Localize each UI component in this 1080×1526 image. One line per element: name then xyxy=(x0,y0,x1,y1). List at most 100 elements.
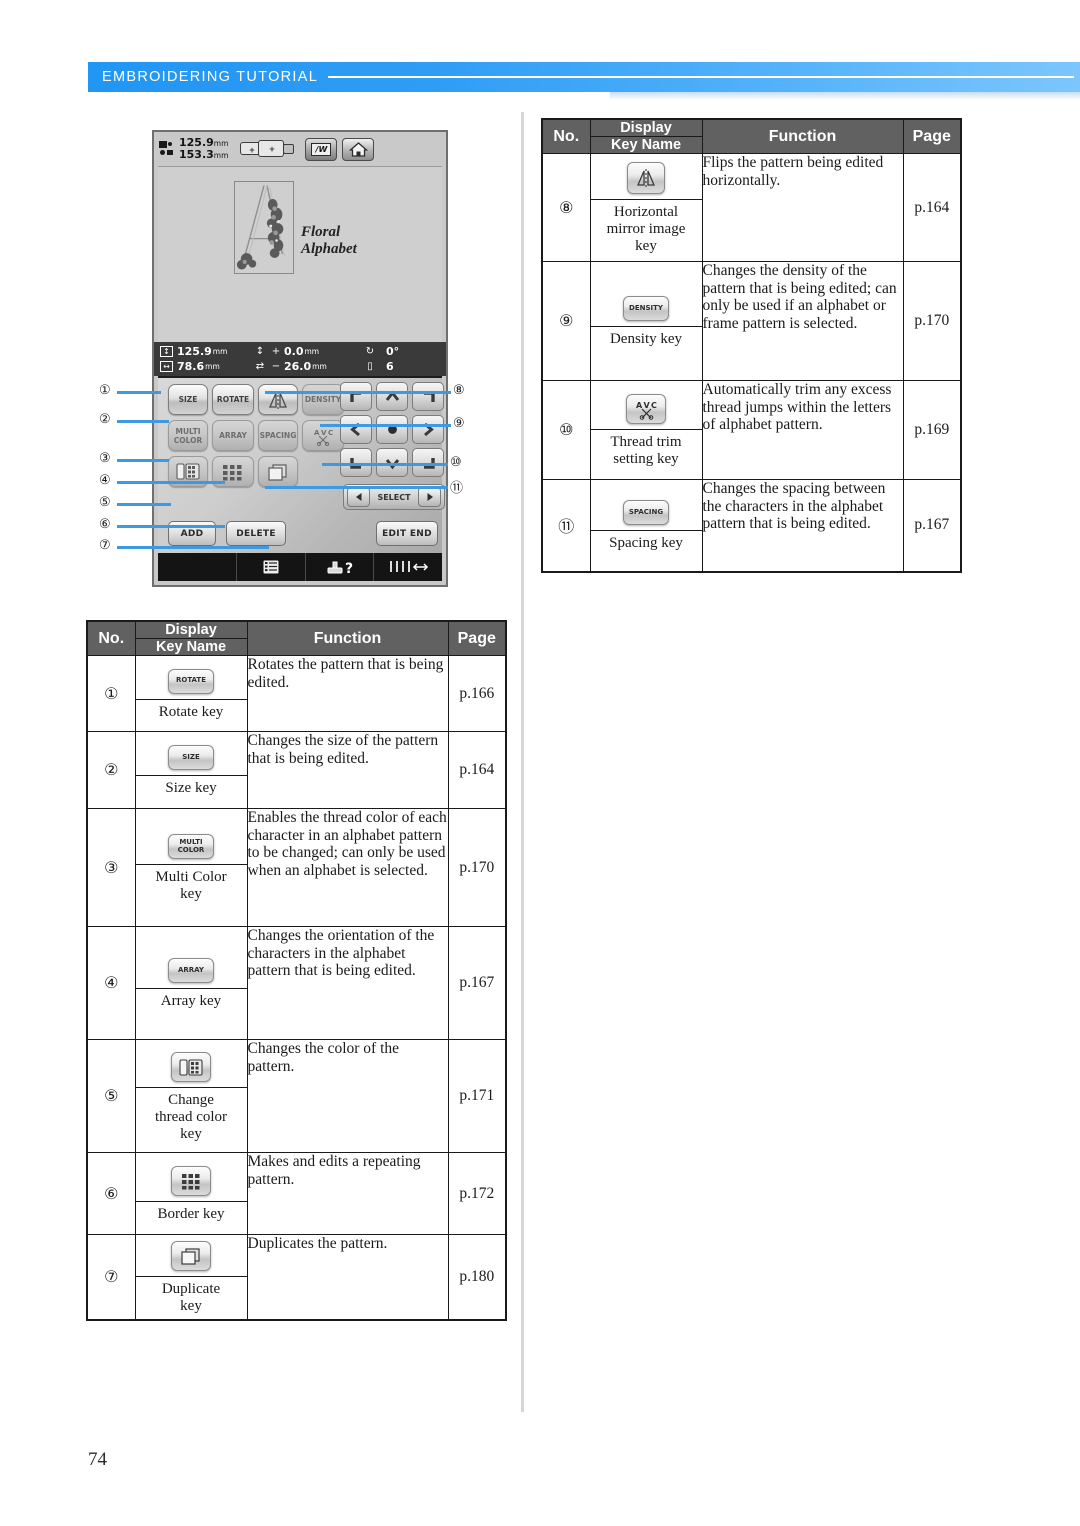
header-rule xyxy=(328,76,1074,78)
letter-a-floral-design xyxy=(236,185,285,270)
header-page: Page xyxy=(902,118,962,154)
row-key-name: Array key xyxy=(160,993,222,1009)
triangle-right-icon xyxy=(427,493,433,501)
header-no: No. xyxy=(541,118,591,154)
select-next-button[interactable] xyxy=(418,487,441,507)
row-page: p.164 xyxy=(902,153,962,262)
table-row: ⑪ SPACING Spacing key Changes the spacin… xyxy=(541,479,962,572)
header-page: Page xyxy=(447,620,507,656)
row-display: Change thread color key xyxy=(134,1039,248,1153)
edit-end-button[interactable]: EDIT END xyxy=(376,521,438,546)
table-row: ③ MULTI COLOR Multi Color key Enables th… xyxy=(86,808,507,927)
row-no: ⑨ xyxy=(541,261,591,381)
settings-list-button[interactable] xyxy=(236,553,305,581)
hoop-width-value: 153.3 xyxy=(179,148,214,161)
pattern-label-line1: Floral xyxy=(301,224,341,240)
settings-list-icon xyxy=(262,559,280,575)
row-key-name: Size key xyxy=(165,780,217,796)
row-no: ④ xyxy=(86,926,136,1040)
row-no: ② xyxy=(86,731,136,809)
pattern-height-unit: mm xyxy=(212,347,228,356)
horizontal-mirror-key[interactable] xyxy=(258,384,298,415)
needle-spacing-button[interactable] xyxy=(373,553,442,581)
callout-7-leader xyxy=(117,546,269,549)
callout-5: ⑤ xyxy=(99,494,111,509)
duplicate-key[interactable] xyxy=(258,456,298,487)
column-divider xyxy=(521,112,524,1412)
page-header-band: EMBROIDERING TUTORIAL xyxy=(88,62,1080,92)
status-size-group: ↕ 125.9 mm ↔ 78.6 mm xyxy=(160,345,252,373)
multi-color-key[interactable]: MULTI COLOR xyxy=(168,420,208,451)
header-no: No. xyxy=(86,620,136,656)
rotation-value: 0 xyxy=(386,345,394,358)
row-no: ③ xyxy=(86,808,136,927)
row-key-icon xyxy=(135,1235,247,1277)
delete-button[interactable]: DELETE xyxy=(226,521,286,546)
machine-help-icon: ? xyxy=(327,561,353,576)
row-no: ⑦ xyxy=(86,1234,136,1321)
header-key-name: Key Name xyxy=(134,638,248,656)
move-top-right-button[interactable] xyxy=(412,382,444,411)
rotation-icon: ↻ xyxy=(365,346,375,357)
height-icon: ↕ xyxy=(160,346,173,357)
needle-mode-button[interactable]: /W xyxy=(305,137,338,161)
move-center-button[interactable] xyxy=(376,415,408,444)
array-key[interactable]: ARRAY xyxy=(212,420,254,451)
header-function: Function xyxy=(701,118,904,154)
move-up-button[interactable] xyxy=(376,382,408,411)
h-offset-value: 26.0 xyxy=(284,360,312,373)
row-display: Horizontal mirror image key xyxy=(589,153,703,262)
size-icon: SIZE xyxy=(168,745,214,770)
row-key-icon: A V C xyxy=(590,388,702,430)
pattern-width-value: 78.6 xyxy=(177,360,205,373)
row-function: Changes the color of the pattern. xyxy=(246,1039,449,1153)
row-page: p.172 xyxy=(447,1152,507,1235)
row-display: SPACING Spacing key xyxy=(589,479,703,572)
h-offset-sign: − xyxy=(271,361,281,372)
svg-text:V: V xyxy=(644,401,651,410)
row-display: SIZE Size key xyxy=(134,731,248,809)
hoop-selector-icon[interactable]: + + xyxy=(238,138,300,160)
row-display: ROTATE Rotate key xyxy=(134,655,248,732)
row-key-icon xyxy=(135,1160,247,1202)
size-key[interactable]: SIZE xyxy=(168,384,208,415)
status-rotation-group: ↻ 0 ° ▯ 6 xyxy=(362,345,422,373)
callout-1-leader xyxy=(117,391,161,394)
callout-11: ⑪ xyxy=(450,480,464,495)
select-previous-button[interactable] xyxy=(347,487,370,507)
horizontal-move-icon: ⇄ xyxy=(255,361,265,372)
thread-count-value: 6 xyxy=(386,360,394,373)
spacing-icon: SPACING xyxy=(623,500,669,526)
move-left-button[interactable] xyxy=(340,415,372,444)
svg-text:?: ? xyxy=(345,561,353,576)
rotate-key[interactable]: ROTATE xyxy=(212,384,254,415)
border-icon xyxy=(171,1166,211,1196)
move-top-left-button[interactable] xyxy=(340,382,372,411)
spacing-key[interactable]: SPACING xyxy=(258,420,298,451)
needle-icon: /W xyxy=(311,142,332,156)
svg-text:C: C xyxy=(328,429,333,437)
row-function: Changes the size of the pattern that is … xyxy=(246,731,449,809)
row-no: ⑤ xyxy=(86,1039,136,1153)
pattern-width-unit: mm xyxy=(205,362,220,371)
v-offset-sign: + xyxy=(271,346,281,357)
thread-trim-icon: A V C xyxy=(626,394,666,424)
row-function: Changes the orientation of the character… xyxy=(246,926,449,1040)
select-label: SELECT xyxy=(377,492,411,502)
row-display: Border key xyxy=(134,1152,248,1235)
row-page: p.166 xyxy=(447,655,507,732)
table-row: ① ROTATE Rotate key Rotates the pattern … xyxy=(86,655,507,732)
help-button[interactable]: ? xyxy=(304,553,374,581)
density-key[interactable]: DENSITY xyxy=(302,384,344,415)
move-right-button[interactable] xyxy=(412,415,444,444)
row-key-name: Density key xyxy=(609,331,683,347)
callout-4-leader xyxy=(117,481,225,484)
table-row: ⑥ Border key Makes and edits a repeating… xyxy=(86,1152,507,1235)
home-button[interactable] xyxy=(342,137,375,161)
pattern-bounding-box xyxy=(234,181,294,274)
status-offset-group: ↕ + 0.0 mm ⇄ − 26.0 mm xyxy=(252,345,362,373)
key-function-table-left: No. Display Function Page Key Name ① ROT… xyxy=(86,620,507,1321)
row-key-icon: MULTI COLOR xyxy=(135,828,247,865)
thread-trim-icon: A V C xyxy=(314,429,333,446)
row-no: ⑧ xyxy=(541,153,591,262)
